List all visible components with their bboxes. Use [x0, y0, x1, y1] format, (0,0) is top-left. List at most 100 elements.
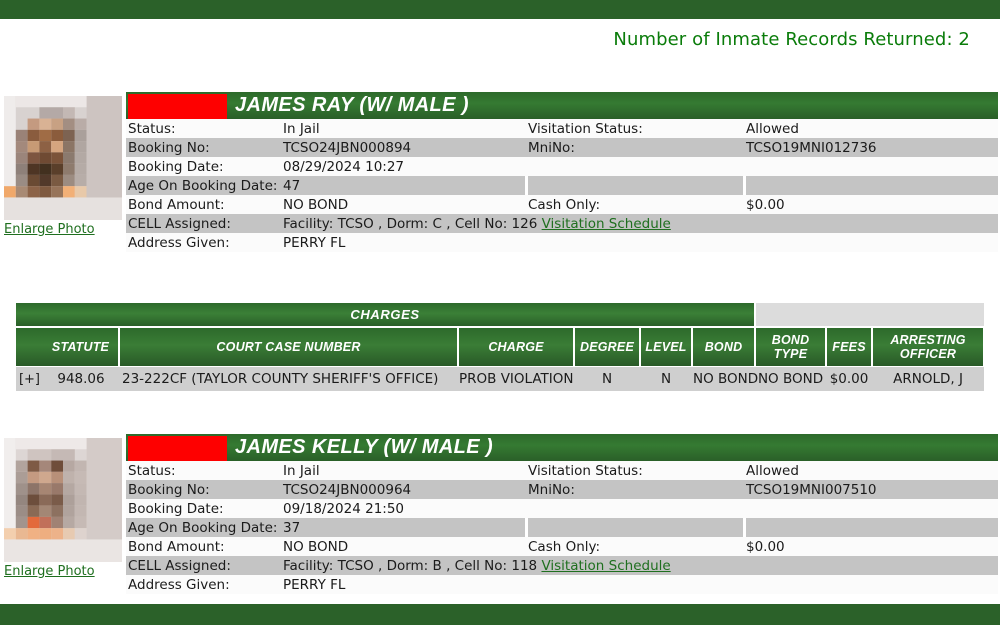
- charge-court-case-number: 23-222CF (TAYLOR COUNTY SHERIFF'S OFFICE…: [119, 366, 458, 391]
- table-row: Status: In Jail Visitation Status: Allow…: [126, 461, 998, 480]
- table-row: [+] 948.06 23-222CF (TAYLOR COUNTY SHERI…: [16, 366, 985, 391]
- cash-only-value: $0.00: [744, 195, 998, 214]
- arresting-officer-line2: OFFICER: [899, 347, 957, 361]
- empty-cell: [526, 575, 744, 594]
- col-header-degree: DEGREE: [574, 326, 641, 367]
- cell-assigned-text: Facility: TCSO , Dorm: C , Cell No: 126: [283, 215, 538, 232]
- table-row: Address Given: PERRY FL: [126, 233, 998, 252]
- name-redaction-box: [128, 436, 227, 461]
- cell-assigned-label: CELL Assigned:: [126, 214, 281, 233]
- table-row: Bond Amount: NO BOND Cash Only: $0.00: [126, 537, 998, 556]
- inmate-name-banner: JAMES RAY (W/ MALE ): [126, 92, 998, 119]
- top-green-band: [0, 0, 1000, 19]
- inmate-mugshot-image: [4, 96, 122, 220]
- booking-no-value: TCSO24JBN000894: [281, 138, 526, 157]
- col-header-bond: BOND: [692, 326, 757, 367]
- cash-only-label: Cash Only:: [526, 195, 744, 214]
- cell-assigned-label: CELL Assigned:: [126, 556, 281, 575]
- arresting-officer-line1: ARRESTING: [890, 333, 966, 347]
- inmate-name-banner: JAMES KELLY (W/ MALE ): [126, 434, 998, 461]
- table-row: Booking Date: 09/18/2024 21:50: [126, 499, 998, 518]
- booking-date-label: Booking Date:: [126, 157, 281, 176]
- charges-header-row: STATUTE COURT CASE NUMBER CHARGE DEGREE …: [16, 326, 986, 367]
- charge-degree: N: [574, 366, 640, 391]
- visitation-schedule-link[interactable]: Visitation Schedule: [542, 216, 671, 232]
- cell-assigned-value: Facility: TCSO , Dorm: B , Cell No: 118 …: [281, 556, 998, 575]
- inmate-mugshot-image: [4, 438, 122, 562]
- inmate-detail-table: Status: In Jail Visitation Status: Allow…: [126, 461, 998, 594]
- booking-no-label: Booking No:: [126, 138, 281, 157]
- table-row: Age On Booking Date: 47: [126, 176, 998, 195]
- charge-bond-type: NO BOND: [755, 366, 827, 391]
- inmate-name-text: JAMES KELLY (W/ MALE ): [235, 436, 494, 458]
- inmate-name-text: JAMES RAY (W/ MALE ): [235, 94, 469, 116]
- charges-table: CHARGES STATUTE COURT CASE NUMBER CHARGE…: [16, 303, 986, 391]
- cell-assigned-text: Facility: TCSO , Dorm: B , Cell No: 118: [283, 557, 538, 574]
- booking-date-value: 08/29/2024 10:27: [281, 157, 526, 176]
- table-row: Booking No: TCSO24JBN000964 MniNo: TCSO1…: [126, 480, 998, 499]
- table-row: CELL Assigned: Facility: TCSO , Dorm: B …: [126, 556, 998, 575]
- charges-title: CHARGES: [16, 303, 757, 327]
- address-given-label: Address Given:: [126, 233, 281, 252]
- empty-cell: [744, 157, 998, 176]
- charge-statute: 948.06: [43, 366, 119, 391]
- empty-cell: [526, 499, 744, 518]
- mni-no-label: MniNo:: [526, 480, 744, 499]
- booking-date-value: 09/18/2024 21:50: [281, 499, 526, 518]
- visitation-schedule-link[interactable]: Visitation Schedule: [541, 558, 670, 574]
- age-on-booking-value: 37: [281, 518, 526, 537]
- visitation-status-value: Allowed: [744, 119, 998, 138]
- empty-cell: [742, 176, 998, 195]
- table-row: Age On Booking Date: 37: [126, 518, 998, 537]
- col-header-arresting-officer: ARRESTING OFFICER: [872, 326, 986, 367]
- empty-cell: [526, 233, 744, 252]
- mni-no-label: MniNo:: [526, 138, 744, 157]
- status-label: Status:: [126, 461, 281, 480]
- charge-fees: $0.00: [826, 366, 873, 391]
- mni-no-value: TCSO19MNI007510: [744, 480, 998, 499]
- bond-amount-value: NO BOND: [281, 195, 526, 214]
- empty-cell: [524, 518, 744, 537]
- bottom-green-band: [0, 604, 1000, 625]
- age-on-booking-value: 47: [281, 176, 526, 195]
- age-on-booking-label: Age On Booking Date:: [126, 176, 281, 195]
- address-given-value: PERRY FL: [281, 575, 526, 594]
- enlarge-photo-link[interactable]: Enlarge Photo: [4, 564, 122, 579]
- empty-cell: [744, 499, 998, 518]
- address-given-label: Address Given:: [126, 575, 281, 594]
- visitation-status-label: Visitation Status:: [526, 119, 744, 138]
- col-header-charge: CHARGE: [458, 326, 575, 367]
- col-header-fees: FEES: [826, 326, 874, 367]
- bond-type-line2: TYPE: [773, 347, 808, 361]
- col-header-statute: STATUTE: [43, 326, 120, 367]
- cell-assigned-value: Facility: TCSO , Dorm: C , Cell No: 126 …: [281, 214, 998, 233]
- charge-expand-toggle[interactable]: [+]: [16, 366, 43, 391]
- bond-amount-label: Bond Amount:: [126, 195, 281, 214]
- col-header-level: LEVEL: [640, 326, 693, 367]
- charge-bond: NO BOND: [692, 366, 758, 391]
- charges-title-spacer: [755, 303, 985, 327]
- booking-date-label: Booking Date:: [126, 499, 281, 518]
- booking-no-value: TCSO24JBN000964: [281, 480, 526, 499]
- mni-no-value: TCSO19MNI012736: [744, 138, 998, 157]
- charge-level: N: [640, 366, 692, 391]
- status-value: In Jail: [281, 119, 526, 138]
- table-row: CELL Assigned: Facility: TCSO , Dorm: C …: [126, 214, 998, 233]
- empty-cell: [524, 176, 744, 195]
- cash-only-label: Cash Only:: [526, 537, 744, 556]
- enlarge-photo-link[interactable]: Enlarge Photo: [4, 222, 122, 237]
- table-row: Status: In Jail Visitation Status: Allow…: [126, 119, 998, 138]
- empty-cell: [742, 518, 998, 537]
- booking-no-label: Booking No:: [126, 480, 281, 499]
- inmate-photo-column: Enlarge Photo: [4, 438, 122, 579]
- address-given-value: PERRY FL: [281, 233, 526, 252]
- bond-amount-value: NO BOND: [281, 537, 526, 556]
- empty-cell: [744, 233, 998, 252]
- inmate-search-results-page: Number of Inmate Records Returned: 2 Enl…: [0, 0, 1000, 625]
- age-on-booking-label: Age On Booking Date:: [126, 518, 281, 537]
- bond-type-line1: BOND: [771, 333, 810, 347]
- inmate-photo-column: Enlarge Photo: [4, 96, 122, 237]
- visitation-status-label: Visitation Status:: [526, 461, 744, 480]
- col-header-bond-type: BOND TYPE: [755, 326, 828, 367]
- charge-arresting-officer: ARNOLD, J: [872, 366, 985, 391]
